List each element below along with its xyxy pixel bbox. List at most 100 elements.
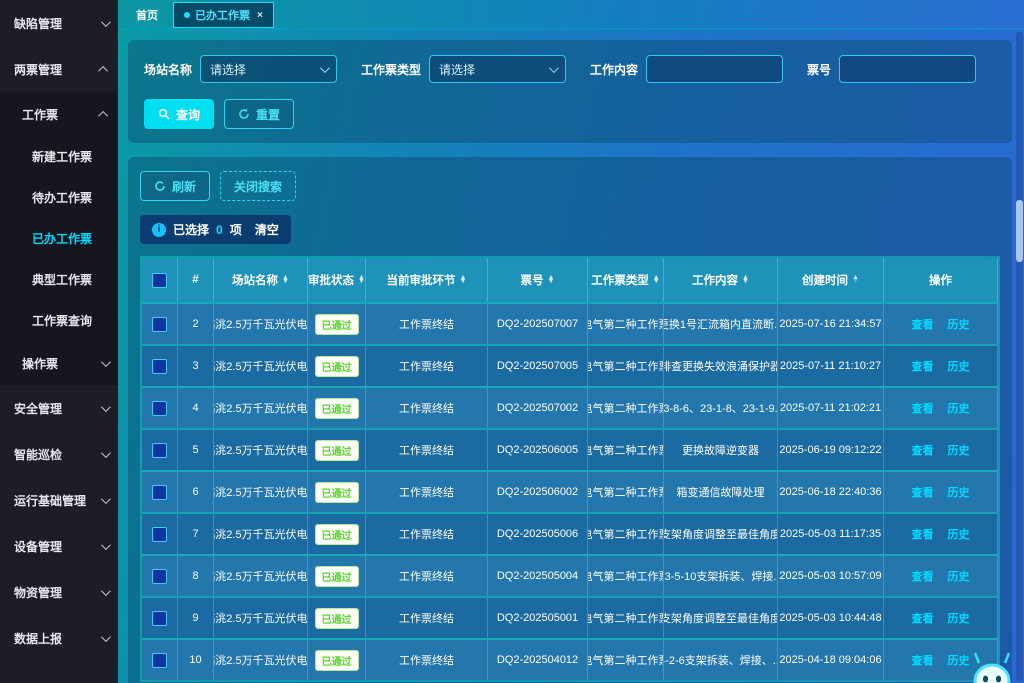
view-link[interactable]: 查看 [912, 316, 934, 332]
ticket-type-cell: 电气第二种工作票 [588, 430, 664, 470]
view-link[interactable]: 查看 [912, 652, 934, 668]
close-tab-icon[interactable]: × [257, 10, 263, 21]
search-field-3: 票号 [807, 55, 976, 83]
row-checkbox[interactable] [152, 317, 167, 332]
status-cell: 已通过 [308, 304, 366, 344]
sidebar-item-11[interactable]: 运行基础管理 [0, 477, 118, 523]
row-checkbox[interactable] [152, 611, 167, 626]
header-checkbox-cell [142, 258, 178, 302]
column-header-2[interactable]: 审批状态▲▼ [308, 258, 366, 302]
sidebar-item-8[interactable]: 操作票 [0, 341, 118, 385]
close-search-label: 关闭搜索 [234, 178, 282, 195]
select-all-checkbox[interactable] [152, 273, 167, 288]
history-link[interactable]: 历史 [948, 526, 970, 542]
sidebar-item-label: 工作票查询 [32, 312, 92, 329]
sidebar-item-14[interactable]: 数据上报 [0, 615, 118, 661]
sidebar-item-13[interactable]: 物资管理 [0, 569, 118, 615]
table-row: 8临洮2.5万千瓦光伏电...已通过工作票终结DQ2-202505004电气第二… [142, 554, 998, 596]
search-field-2: 工作内容 [590, 55, 783, 83]
sidebar-item-10[interactable]: 智能巡检 [0, 431, 118, 477]
view-link[interactable]: 查看 [912, 610, 934, 626]
table-row: 6临洮2.5万千瓦光伏电...已通过工作票终结DQ2-202506002电气第二… [142, 470, 998, 512]
row-index-cell: 3 [178, 346, 214, 386]
history-link[interactable]: 历史 [948, 400, 970, 416]
view-link[interactable]: 查看 [912, 358, 934, 374]
text-input-2[interactable] [646, 55, 783, 83]
table-body: 2临洮2.5万千瓦光伏电...已通过工作票终结DQ2-202507007电气第二… [142, 302, 998, 680]
refresh-button-label: 刷新 [172, 178, 196, 195]
field-label: 票号 [807, 61, 831, 78]
sort-icon: ▲▼ [358, 276, 365, 285]
sidebar-item-2[interactable]: 工作票 [0, 92, 118, 136]
info-icon: i [152, 223, 166, 237]
row-checkbox[interactable] [152, 527, 167, 542]
sidebar-item-label: 缺陷管理 [14, 15, 62, 32]
row-index-cell: 6 [178, 472, 214, 512]
tab-1[interactable]: 已办工作票× [173, 2, 274, 28]
view-link[interactable]: 查看 [912, 526, 934, 542]
view-link[interactable]: 查看 [912, 442, 934, 458]
table-row: 3临洮2.5万千瓦光伏电...已通过工作票终结DQ2-202507005电气第二… [142, 344, 998, 386]
row-checkbox[interactable] [152, 653, 167, 668]
view-link[interactable]: 查看 [912, 568, 934, 584]
selection-suffix: 项 [230, 221, 242, 238]
station-cell: 临洮2.5万千瓦光伏电... [214, 598, 308, 638]
sidebar-item-12[interactable]: 设备管理 [0, 523, 118, 569]
row-checkbox[interactable] [152, 443, 167, 458]
reset-button[interactable]: 重置 [224, 99, 294, 129]
sidebar-item-4[interactable]: 待办工作票 [0, 177, 118, 218]
history-link[interactable]: 历史 [948, 484, 970, 500]
ticket-no-cell: DQ2-202506005 [488, 430, 588, 470]
sidebar-item-0[interactable]: 缺陷管理 [0, 0, 118, 46]
select-1[interactable]: 请选择 [429, 55, 566, 83]
approval-step-cell: 工作票终结 [366, 472, 488, 512]
column-header-4[interactable]: 票号▲▼ [488, 258, 588, 302]
column-header-6[interactable]: 工作内容▲▼ [664, 258, 778, 302]
sidebar-item-3[interactable]: 新建工作票 [0, 136, 118, 177]
history-link[interactable]: 历史 [948, 358, 970, 374]
assistant-robot-button[interactable] [968, 651, 1016, 683]
history-link[interactable]: 历史 [948, 568, 970, 584]
column-header-5[interactable]: 工作票类型▲▼ [588, 258, 664, 302]
created-time-cell: 2025-07-16 21:34:57 [778, 304, 884, 344]
view-link[interactable]: 查看 [912, 400, 934, 416]
column-header-label: 工作票类型 [591, 272, 649, 288]
actions-cell: 查看历史 [884, 388, 998, 428]
station-cell: 临洮2.5万千瓦光伏电... [214, 514, 308, 554]
sidebar-item-6[interactable]: 典型工作票 [0, 259, 118, 300]
sidebar-item-label: 物资管理 [14, 584, 62, 601]
approval-step-cell: 工作票终结 [366, 304, 488, 344]
column-header-1[interactable]: 场站名称▲▼ [214, 258, 308, 302]
column-header-3[interactable]: 当前审批环节▲▼ [366, 258, 488, 302]
vertical-scrollbar-thumb[interactable] [1016, 200, 1023, 262]
text-input-3[interactable] [839, 55, 976, 83]
select-0[interactable]: 请选择 [200, 55, 337, 83]
row-checkbox-cell [142, 388, 178, 428]
row-checkbox[interactable] [152, 401, 167, 416]
tab-label: 首页 [136, 7, 158, 23]
row-checkbox[interactable] [152, 485, 167, 500]
query-button[interactable]: 查询 [144, 99, 214, 129]
status-cell: 已通过 [308, 472, 366, 512]
refresh-button[interactable]: 刷新 [140, 171, 210, 201]
vertical-scrollbar[interactable] [1016, 32, 1023, 681]
history-link[interactable]: 历史 [948, 610, 970, 626]
clear-selection-button[interactable]: 清空 [255, 221, 279, 238]
history-link[interactable]: 历史 [948, 442, 970, 458]
history-link[interactable]: 历史 [948, 652, 970, 668]
sidebar-item-5[interactable]: 已办工作票 [0, 218, 118, 259]
created-time-cell: 2025-07-11 21:02:21 [778, 388, 884, 428]
row-checkbox[interactable] [152, 569, 167, 584]
column-header-7[interactable]: 创建时间▲▼ [778, 258, 884, 302]
sidebar-item-1[interactable]: 两票管理 [0, 46, 118, 92]
main-content: 场站名称请选择工作票类型请选择工作内容票号 查询 重置 [118, 30, 1024, 683]
sidebar-item-label: 运行基础管理 [14, 492, 86, 509]
table-toolbar: 刷新 关闭搜索 [140, 171, 1000, 201]
history-link[interactable]: 历史 [948, 316, 970, 332]
view-link[interactable]: 查看 [912, 484, 934, 500]
row-checkbox[interactable] [152, 359, 167, 374]
sidebar-item-9[interactable]: 安全管理 [0, 385, 118, 431]
close-search-button[interactable]: 关闭搜索 [220, 171, 296, 201]
tab-0[interactable]: 首页 [126, 2, 168, 28]
sidebar-item-7[interactable]: 工作票查询 [0, 300, 118, 341]
